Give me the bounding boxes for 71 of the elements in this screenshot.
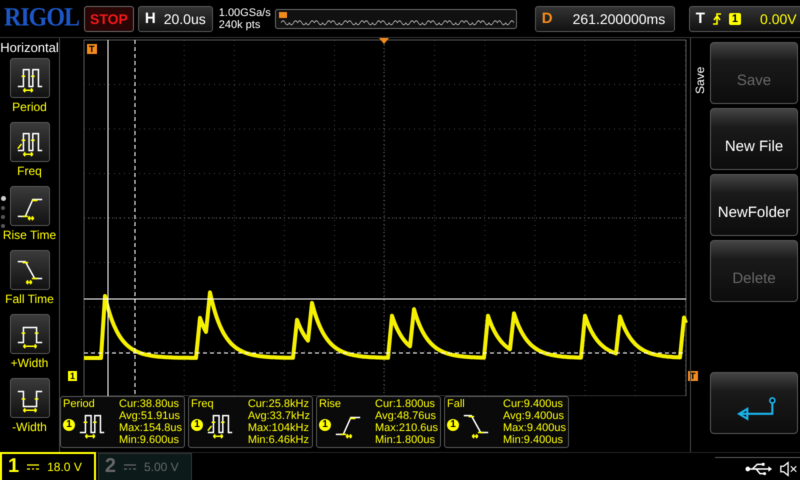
measurement-label[interactable]: Period <box>12 100 47 114</box>
usb-icon <box>744 462 773 476</box>
rising-edge-icon <box>712 12 722 26</box>
page-dot[interactable] <box>1 224 5 228</box>
channel-scale-tab[interactable]: 1 18.0 V <box>0 452 96 480</box>
measurement-label[interactable]: Freq <box>17 164 42 178</box>
menu-title: Horizontal <box>0 40 59 55</box>
measurement-value: Min:9.400us <box>503 434 564 446</box>
measurement-label[interactable]: +Width <box>10 356 48 370</box>
trigger-box[interactable]: T 1 0.00V <box>688 6 800 32</box>
measurement-label[interactable]: Fall Time <box>5 292 54 306</box>
measurement-icon-button[interactable] <box>10 122 50 162</box>
memory-depth: 240k pts <box>218 18 262 30</box>
measurement-name: Rise <box>319 398 342 410</box>
channel-badge: 1 <box>191 419 203 431</box>
channel-number: 2 <box>104 455 116 478</box>
channel-scale: 5.00 V <box>144 460 179 474</box>
channel-badge: 1 <box>319 419 331 431</box>
dc-coupling-icon <box>27 462 40 470</box>
page-dot[interactable] <box>1 196 6 201</box>
trigger-position-marker: T <box>87 44 96 54</box>
trigger-label: T <box>696 10 705 27</box>
delay-label: D <box>542 10 553 27</box>
timebase-label: H <box>144 10 156 27</box>
measurement-icon-button[interactable] <box>10 186 50 226</box>
measurement-value: Avg:9.400us <box>503 410 565 422</box>
measurement-value: Max:104kHz <box>248 422 310 434</box>
measurement-icon-button[interactable] <box>10 250 50 290</box>
measurement-value: Avg:51.91us <box>119 410 181 422</box>
measurement-value: Avg:33.7kHz <box>248 410 310 422</box>
sample-rate: 1.00GSa/s <box>218 6 271 18</box>
page-dot[interactable] <box>1 215 5 219</box>
measurement-value: Cur:38.80us <box>119 398 180 410</box>
trigger-level: 0.00V <box>760 10 797 26</box>
measurement-value: Min:6.46kHz <box>248 434 310 446</box>
dc-coupling-icon <box>124 462 136 470</box>
back-button[interactable] <box>710 372 798 434</box>
softkey-button[interactable]: NewFolder <box>710 174 798 236</box>
measurement-value: Cur:9.400us <box>503 398 564 410</box>
run-stop-status[interactable]: STOP <box>84 6 134 32</box>
measurement-value: Max:154.8us <box>119 422 182 434</box>
measurement-name: Fall <box>447 398 466 410</box>
measurement-name: Freq <box>191 398 215 410</box>
measurement-value: Avg:48.76us <box>375 410 437 422</box>
channel-offset-marker: 1 <box>68 371 78 381</box>
measurement-value: Min:1.800us <box>375 434 436 446</box>
channel-badge: 1 <box>63 419 75 431</box>
measurement-value: Cur:25.8kHz <box>248 398 310 410</box>
channel-badge: 1 <box>447 419 459 431</box>
measurement-icon-button[interactable] <box>10 378 50 418</box>
measurement-label[interactable]: Rise Time <box>2 228 56 242</box>
brand-logo: RIGOL <box>4 4 80 34</box>
measurement-icon-button[interactable] <box>10 58 50 98</box>
trigger-source-badge: 1 <box>728 12 742 24</box>
softkey-button[interactable]: New File <box>710 108 798 170</box>
measurement-value: Cur:1.800us <box>375 398 436 410</box>
speaker-muted-icon <box>778 461 799 477</box>
delay-value: 261.200000ms <box>572 10 666 26</box>
timebase-value: 20.0us <box>164 10 206 26</box>
menu-title: Save <box>693 66 707 94</box>
measurement-value: Max:210.6us <box>375 422 438 434</box>
measurement-icon-button[interactable] <box>10 314 50 354</box>
measurement-value: Min:9.600us <box>119 434 180 446</box>
channel-scale: 18.0 V <box>47 460 82 474</box>
delay-box[interactable]: D 261.200000ms <box>534 6 675 32</box>
channel-number: 1 <box>8 455 20 478</box>
measurement-name: Period <box>63 398 96 410</box>
timebase-box[interactable]: H 20.0us <box>138 6 213 32</box>
measurement-label[interactable]: -Width <box>12 420 47 434</box>
measurement-value: Max:9.400us <box>503 422 566 434</box>
page-dot[interactable] <box>1 206 5 210</box>
